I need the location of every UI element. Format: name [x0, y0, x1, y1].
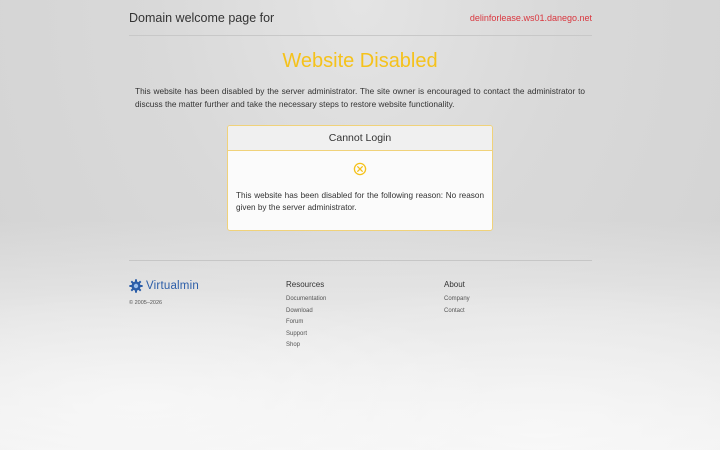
domain-link[interactable]: delinforlease.ws01.danego.net: [470, 13, 592, 23]
gear-icon: [129, 279, 143, 293]
page-title: Website Disabled: [282, 50, 438, 72]
header-title: Domain welcome page for: [129, 10, 275, 25]
link-support[interactable]: Support: [286, 329, 326, 341]
footer-resources: Resources Documentation Download Forum S…: [286, 280, 326, 352]
footer-brand: Virtualmin © 2005–2026: [129, 279, 199, 306]
link-download[interactable]: Download: [286, 306, 326, 318]
card-message: This website has been disabled for the f…: [236, 191, 484, 212]
circle-x-icon: [353, 162, 367, 176]
link-shop[interactable]: Shop: [286, 340, 326, 352]
cannot-login-card: Cannot Login This website has been disab…: [227, 125, 493, 231]
link-contact[interactable]: Contact: [444, 306, 470, 318]
footer-about: About Company Contact: [444, 280, 470, 317]
page-header: Domain welcome page for delinforlease.ws…: [129, 0, 592, 36]
footer-divider: [129, 260, 592, 261]
link-documentation[interactable]: Documentation: [286, 294, 326, 306]
copyright: © 2005–2026: [129, 300, 163, 306]
background-snow: [0, 220, 720, 450]
about-heading: About: [444, 280, 465, 289]
link-forum[interactable]: Forum: [286, 317, 326, 329]
brand-name: Virtualmin: [146, 280, 199, 292]
card-title: Cannot Login: [228, 126, 492, 151]
disabled-description: This website has been disabled by the se…: [135, 86, 585, 109]
virtualmin-logo[interactable]: Virtualmin: [129, 279, 199, 293]
resources-heading: Resources: [286, 280, 325, 289]
link-company[interactable]: Company: [444, 294, 470, 306]
